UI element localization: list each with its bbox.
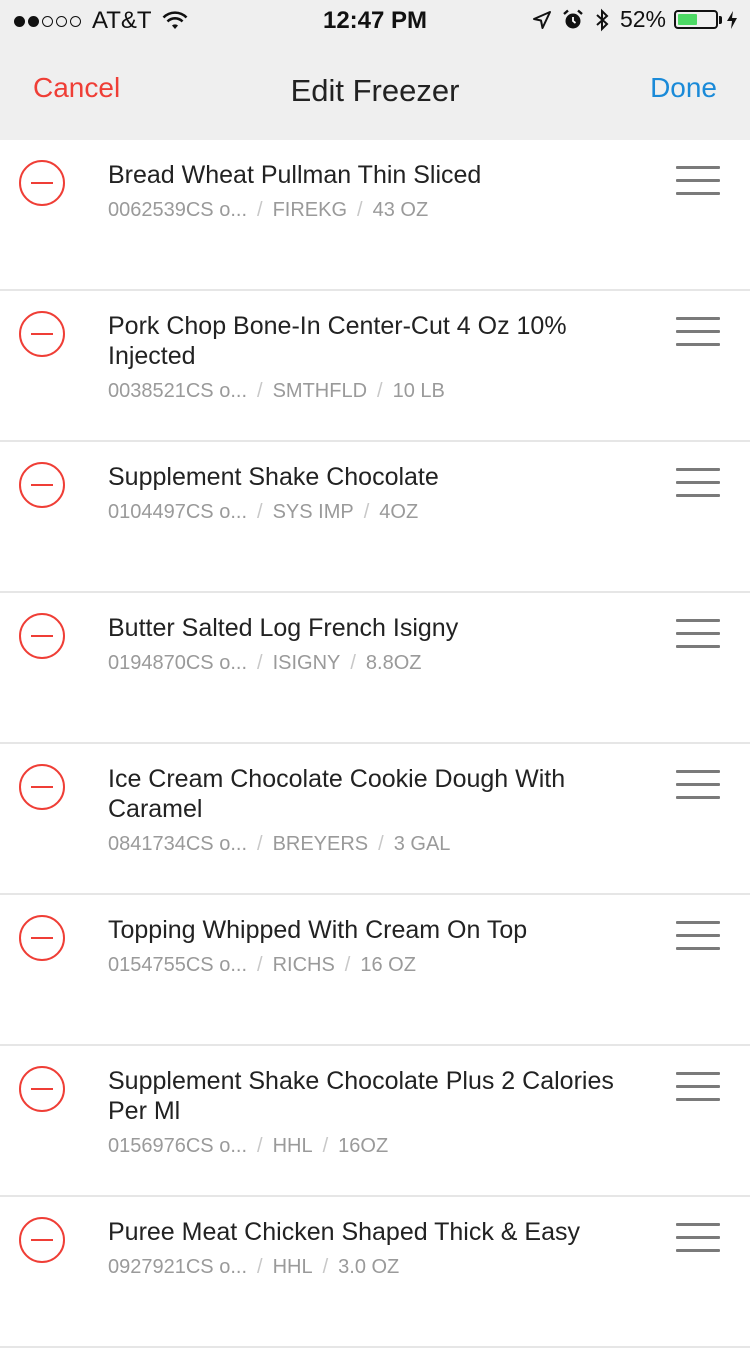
separator-slash: / [350,652,356,674]
separator-slash: / [257,1256,263,1278]
item-size: 10 LB [392,380,445,402]
item-brand: HHL [272,1135,313,1157]
item-name: Supplement Shake Chocolate Plus 2 Calori… [108,1067,614,1125]
delete-minus-icon[interactable] [19,462,65,508]
delete-minus-icon[interactable] [19,764,65,810]
item-size: 3.0 OZ [338,1256,400,1278]
item-meta: 0841734CS o... / BREYERS / 3 GAL [108,832,628,856]
item-size: 43 OZ [372,199,429,221]
list-item: Butter Salted Log French Isigny 0194870C… [0,593,750,744]
item-brand: BREYERS [272,833,369,855]
separator-slash: / [378,833,384,855]
list-item: Puree Meat Chicken Shaped Thick & Easy 0… [0,1197,750,1348]
item-code: 0154755CS o... [108,954,247,976]
status-bar: AT&T 12:47 PM 52% [0,0,750,40]
separator-slash: / [322,1135,329,1157]
separator-slash: / [257,501,263,523]
delete-minus-icon[interactable] [19,160,65,206]
item-code: 0038521CS o... [108,380,247,402]
item-name: Bread Wheat Pullman Thin Sliced [108,161,482,189]
reorder-handle-icon[interactable] [676,921,720,953]
delete-minus-icon[interactable] [19,1217,65,1263]
list-item: Ice Cream Chocolate Cookie Dough With Ca… [0,744,750,895]
separator-slash: / [257,652,263,674]
list-item: Topping Whipped With Cream On Top 015475… [0,895,750,1046]
item-size: 16OZ [338,1135,389,1157]
item-meta: 0194870CS o... / ISIGNY / 8.8OZ [108,651,628,675]
item-name: Pork Chop Bone-In Center-Cut 4 Oz 10% In… [108,312,567,370]
done-button[interactable]: Done [650,72,717,104]
list-item: Bread Wheat Pullman Thin Sliced 0062539C… [0,140,750,291]
reorder-handle-icon[interactable] [676,619,720,651]
separator-slash: / [257,1135,263,1157]
item-name: Topping Whipped With Cream On Top [108,916,528,944]
battery-percent: 52% [619,6,666,32]
item-brand: RICHS [272,954,335,976]
reorder-handle-icon[interactable] [676,1072,720,1104]
location-arrow-icon [532,10,551,29]
item-brand: FIREKG [272,199,348,221]
item-code: 0927921CS o... [108,1256,247,1278]
separator-slash: / [257,833,263,855]
reorder-handle-icon[interactable] [676,770,720,802]
item-size: 3 GAL [393,833,451,855]
item-name: Ice Cream Chocolate Cookie Dough With Ca… [108,765,566,823]
alarm-clock-icon [563,9,583,28]
item-code: 0194870CS o... [108,652,247,674]
reorder-handle-icon[interactable] [676,317,720,349]
separator-slash: / [363,501,370,523]
item-meta: 0104497CS o... / SYS IMP / 4OZ [108,500,628,524]
separator-slash: / [257,954,263,976]
item-brand: SYS IMP [272,501,354,523]
charging-bolt-icon [727,10,737,29]
battery-icon [674,10,722,29]
item-meta: 0156976CS o... / HHL / 16OZ [108,1134,628,1158]
item-code: 0062539CS o... [108,199,247,221]
reorder-handle-icon[interactable] [676,166,720,198]
separator-slash: / [344,954,351,976]
bluetooth-icon [596,8,609,31]
separator-slash: / [322,1256,329,1278]
delete-minus-icon[interactable] [19,915,65,961]
reorder-handle-icon[interactable] [676,1223,720,1255]
separator-slash: / [257,199,263,221]
freezer-item-list: Bread Wheat Pullman Thin Sliced 0062539C… [0,140,750,1348]
list-item: Supplement Shake Chocolate Plus 2 Calori… [0,1046,750,1197]
delete-minus-icon[interactable] [19,1066,65,1112]
item-brand: HHL [272,1256,313,1278]
reorder-handle-icon[interactable] [676,468,720,500]
status-right: 52% [522,6,738,33]
list-item: Supplement Shake Chocolate 0104497CS o..… [0,442,750,593]
separator-slash: / [377,380,383,402]
item-size: 8.8OZ [365,652,422,674]
item-code: 0104497CS o... [108,501,247,523]
delete-minus-icon[interactable] [19,613,65,659]
item-meta: 0062539CS o... / FIREKG / 43 OZ [108,198,628,222]
item-code: 0156976CS o... [108,1135,247,1157]
separator-slash: / [257,380,263,402]
item-name: Supplement Shake Chocolate [108,463,439,491]
delete-minus-icon[interactable] [19,311,65,357]
item-size: 4OZ [379,501,419,523]
separator-slash: / [357,199,363,221]
item-brand: SMTHFLD [272,380,368,402]
item-name: Puree Meat Chicken Shaped Thick & Easy [108,1218,581,1246]
item-size: 16 OZ [360,954,416,976]
item-name: Butter Salted Log French Isigny [108,614,459,642]
list-item: Pork Chop Bone-In Center-Cut 4 Oz 10% In… [0,291,750,442]
navigation-bar: Cancel Edit Freezer Done [0,40,750,140]
item-meta: 0927921CS o... / HHL / 3.0 OZ [108,1255,628,1279]
item-code: 0841734CS o... [108,833,247,855]
cancel-button[interactable]: Cancel [33,72,120,104]
item-brand: ISIGNY [272,652,341,674]
item-meta: 0038521CS o... / SMTHFLD / 10 LB [108,379,628,403]
item-meta: 0154755CS o... / RICHS / 16 OZ [108,953,628,977]
